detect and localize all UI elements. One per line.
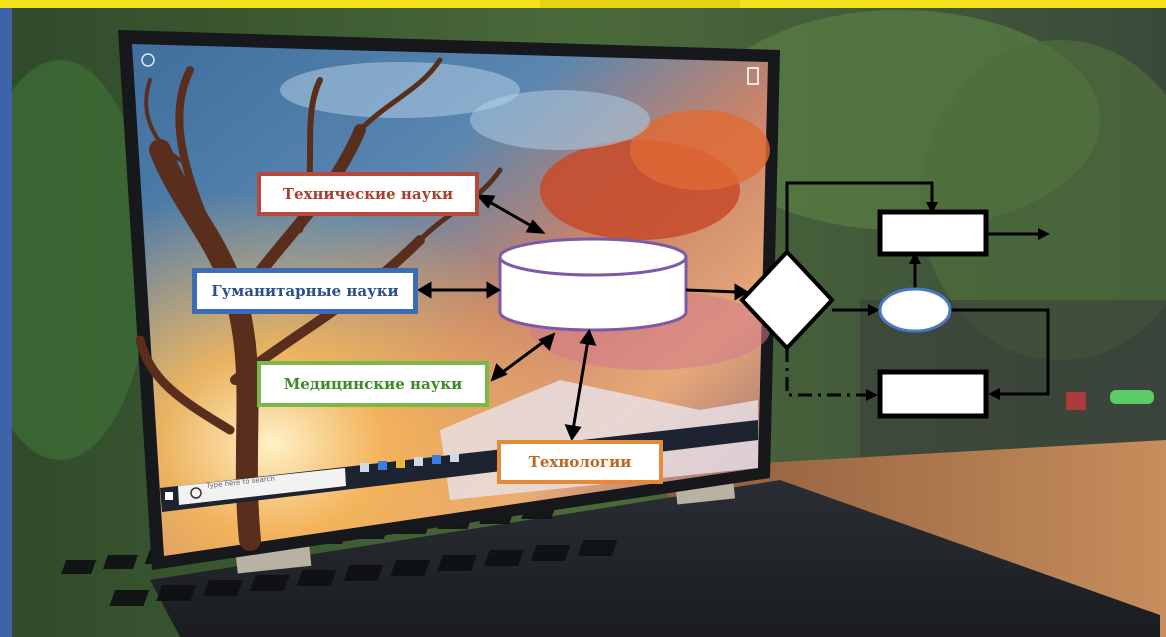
process-box-top xyxy=(877,209,989,257)
process-box-bottom xyxy=(877,369,989,419)
label-medical-sciences: Медицинские науки xyxy=(257,361,489,407)
database-cylinder xyxy=(498,237,688,332)
label-humanities: Гуманитарные науки xyxy=(192,268,418,314)
scene-background xyxy=(0,0,1166,637)
scene: Технические науки Гуманитарные науки Мед… xyxy=(0,0,1166,637)
label-technical-sciences: Технические науки xyxy=(257,172,479,216)
label-technologies: Технологии xyxy=(497,440,663,484)
merge-ellipse xyxy=(878,287,952,333)
